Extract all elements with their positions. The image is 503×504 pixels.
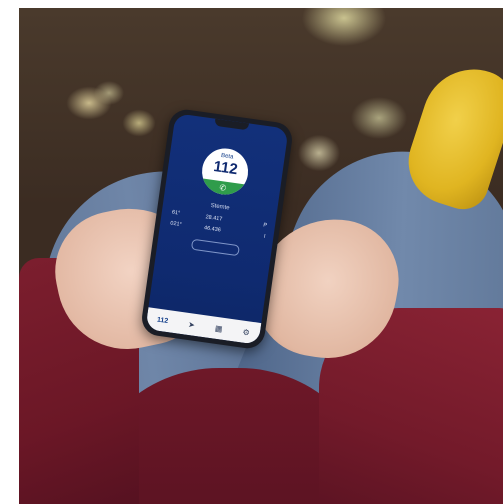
phone-screen: Beta 112 ✆ Stemte 61° 28.417 P 021° 46.4… bbox=[145, 113, 289, 345]
location-action-button[interactable] bbox=[190, 238, 240, 257]
grid-icon[interactable]: ▦ bbox=[214, 323, 223, 333]
coord-value: 28.417 bbox=[205, 214, 223, 223]
coord-value: 46.436 bbox=[203, 225, 222, 234]
tab-112[interactable]: 112 bbox=[156, 316, 168, 325]
gear-icon[interactable]: ⚙ bbox=[242, 327, 250, 337]
coord-degrees: 61° bbox=[171, 209, 181, 217]
map-icon[interactable]: ➤ bbox=[188, 319, 196, 329]
112-badge[interactable]: Beta 112 ✆ bbox=[199, 145, 252, 198]
phone-notch bbox=[214, 118, 250, 131]
info-note bbox=[164, 253, 261, 267]
coord-direction: P bbox=[262, 222, 268, 229]
phone-icon[interactable]: ✆ bbox=[199, 178, 247, 198]
coord-degrees: 021° bbox=[169, 220, 183, 229]
photo-frame: Beta 112 ✆ Stemte 61° 28.417 P 021° 46.4… bbox=[19, 8, 503, 504]
coord-direction: I bbox=[263, 233, 266, 240]
